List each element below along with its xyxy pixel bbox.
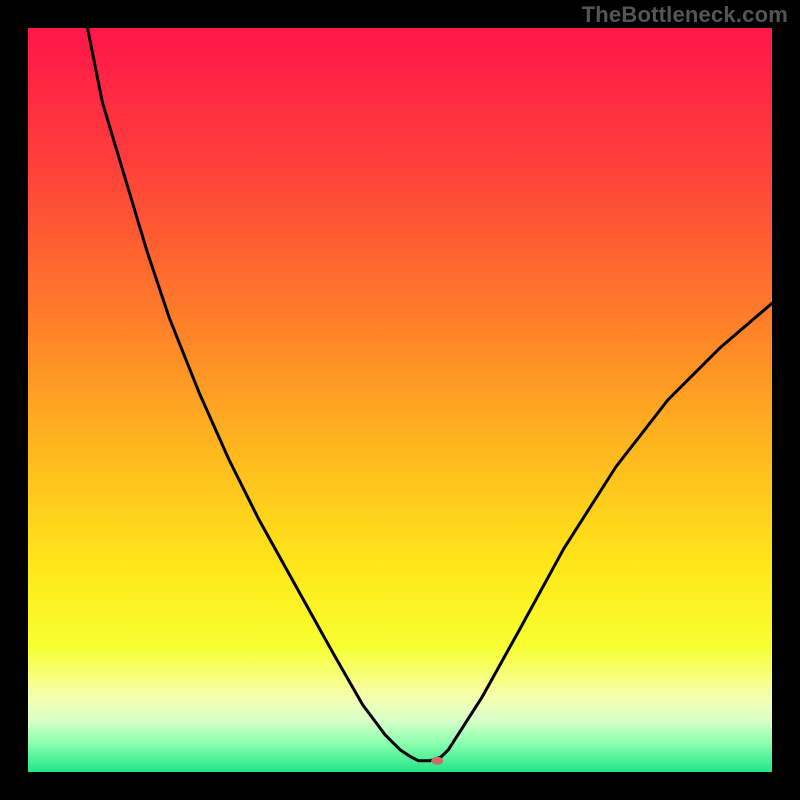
optimum-marker xyxy=(431,757,443,765)
chart-frame: TheBottleneck.com xyxy=(0,0,800,800)
chart-svg xyxy=(28,28,772,772)
gradient-background xyxy=(28,28,772,772)
plot-area xyxy=(28,28,772,772)
watermark-text: TheBottleneck.com xyxy=(582,2,788,28)
